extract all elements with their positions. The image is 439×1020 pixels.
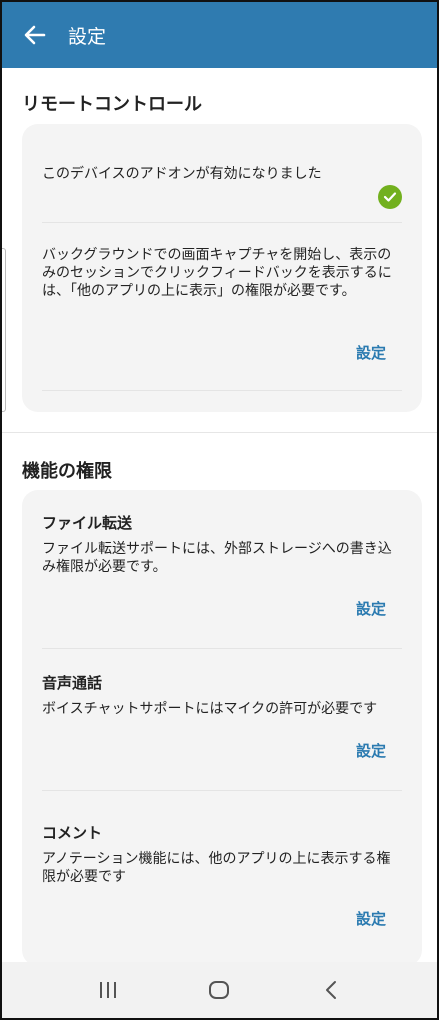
divider [42,790,402,791]
voice-call-title: 音声通話 [42,674,103,692]
recent-apps-icon [99,982,116,998]
feature-permissions-heading: 機能の権限 [22,461,112,482]
overlay-permission-text: バックグラウンドでの画面キャプチャを開始し、表示のみのセッションでクリックフィー… [42,247,392,299]
voice-call-desc: ボイスチャットサポートにはマイクの許可が必要です [42,701,378,717]
home-button[interactable] [199,970,239,1010]
back-chevron-icon [326,981,337,999]
remote-control-heading: リモートコントロール [22,94,202,115]
voice-call-settings-button[interactable]: 設定 [356,740,386,761]
check-circle-icon [378,185,402,209]
divider [42,390,402,391]
app-bar: 設定 [2,2,437,68]
system-back-button[interactable] [311,970,351,1010]
divider [42,222,402,223]
feature-permissions-card: ファイル転送 ファイル転送サポートには、外部ストレージへの書き込み権限が必要です… [22,490,422,966]
settings-screen: 設定 リモートコントロール このデバイスのアドオンが有効になりました バックグラ… [0,0,439,1020]
divider [42,648,402,649]
comment-settings-button[interactable]: 設定 [356,908,386,929]
comment-title: コメント [42,824,103,842]
page-title: 設定 [68,25,107,48]
file-transfer-settings-button[interactable]: 設定 [356,598,386,619]
home-icon [209,981,230,999]
file-transfer-desc: ファイル転送サポートには、外部ストレージへの書き込み権限が必要です。 [42,541,392,575]
file-transfer-title: ファイル転送 [42,514,133,532]
back-button[interactable] [20,20,50,50]
comment-desc: アノテーション機能には、他のアプリの上に表示する権限が必要です [42,851,391,885]
addon-status-text: このデバイスのアドオンが有効になりました [42,166,322,182]
system-nav-bar [2,962,437,1018]
section-divider [2,432,437,433]
arrow-left-icon [24,25,46,45]
remote-control-card: このデバイスのアドオンが有効になりました バックグラウンドでの画面キャプチャを開… [22,124,422,412]
recent-apps-button[interactable] [88,970,128,1010]
edge-panel-handle[interactable] [2,248,6,412]
overlay-settings-button[interactable]: 設定 [356,342,386,363]
